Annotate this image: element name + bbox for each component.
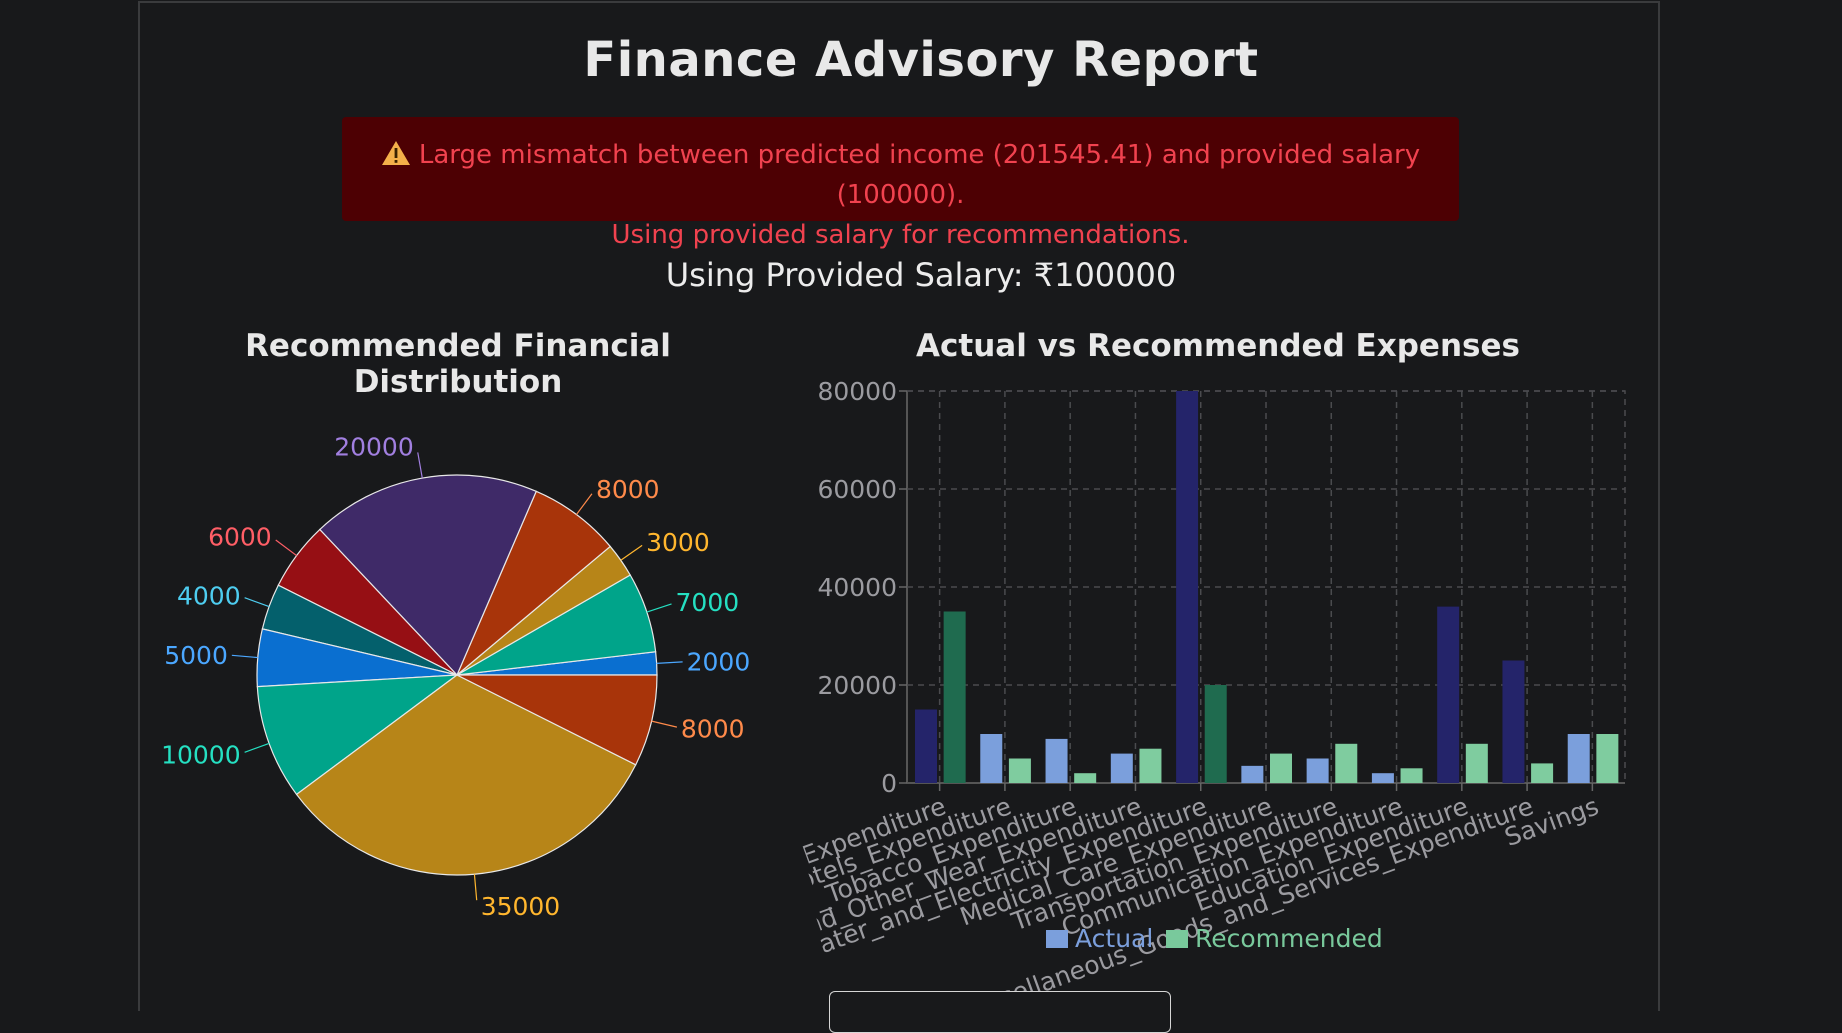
legend-swatch-1 <box>1166 930 1188 948</box>
bar-recommended-5[interactable] <box>1270 753 1292 783</box>
bar-actual-4[interactable] <box>1176 391 1199 783</box>
bar-recommended-10[interactable] <box>1596 734 1619 783</box>
bar-actual-10[interactable] <box>1567 734 1590 783</box>
bar-recommended-0[interactable] <box>943 611 966 784</box>
bar-actual-0[interactable] <box>915 709 937 784</box>
legend-label-1[interactable]: Recommended <box>1195 924 1383 953</box>
bar-actual-5[interactable] <box>1241 765 1264 783</box>
bar-recommended-1[interactable] <box>1008 758 1031 784</box>
bar-chart: 020000400006000080000Food_ExpenditureRes… <box>637 377 1626 1033</box>
bar-recommended-4[interactable] <box>1204 685 1227 783</box>
bar-actual-8[interactable] <box>1437 606 1460 783</box>
y-tick-label-1: 20000 <box>817 671 897 700</box>
y-tick-label-2: 40000 <box>817 573 897 602</box>
bar-actual-2[interactable] <box>1045 738 1068 783</box>
bar-actual-7[interactable] <box>1371 773 1394 783</box>
bar-actual-6[interactable] <box>1306 758 1329 784</box>
y-tick-label-3: 60000 <box>817 475 897 504</box>
bar-recommended-3[interactable] <box>1139 748 1162 783</box>
bar-actual-3[interactable] <box>1110 753 1133 783</box>
bar-recommended-6[interactable] <box>1335 743 1358 783</box>
bar-actual-9[interactable] <box>1502 660 1525 784</box>
y-tick-label-0: 0 <box>881 769 897 798</box>
action-button[interactable] <box>829 991 1171 1033</box>
bar-recommended-9[interactable] <box>1531 763 1554 783</box>
bar-actual-1[interactable] <box>980 734 1003 783</box>
legend-swatch-0 <box>1046 930 1068 948</box>
bar-recommended-2[interactable] <box>1074 773 1097 783</box>
bar-recommended-8[interactable] <box>1465 743 1488 783</box>
y-tick-label-4: 80000 <box>817 377 897 406</box>
legend-label-0[interactable]: Actual <box>1075 924 1153 953</box>
bar-recommended-7[interactable] <box>1400 768 1423 783</box>
